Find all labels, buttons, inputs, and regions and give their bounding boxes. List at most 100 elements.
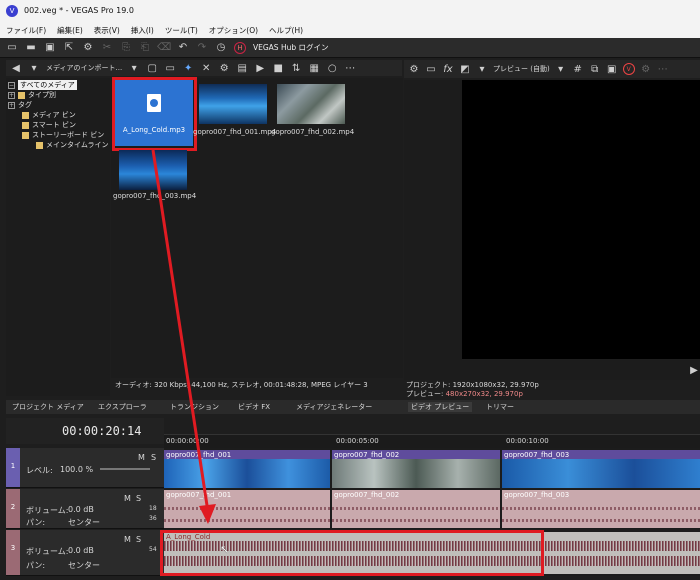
stop-icon[interactable]: ■ bbox=[272, 62, 284, 74]
media-tree: − すべてのメディア + タイプ別 + タグ メディア ビン スマート ビン ス… bbox=[6, 78, 110, 396]
video-clip-002[interactable]: gopro007_fhd_002 bbox=[332, 450, 500, 488]
preview-info-line: プレビュー: 480x270x32, 29.970p bbox=[406, 390, 700, 399]
import-media-button[interactable]: メディアのインポート... bbox=[46, 63, 122, 73]
preview-quality-dropdown[interactable]: プレビュー (自動) bbox=[493, 64, 550, 74]
tab-media-generators[interactable]: メディアジェネレーター bbox=[296, 402, 372, 412]
play-icon[interactable]: ▶ bbox=[688, 364, 700, 376]
more-icon[interactable]: ⋯ bbox=[344, 62, 356, 74]
timecode-display: 00:00:20:14 bbox=[62, 424, 142, 438]
back-icon[interactable]: ◀ bbox=[10, 62, 22, 74]
folder-icon bbox=[18, 91, 25, 99]
folder-icon bbox=[22, 111, 29, 119]
render-icon[interactable]: ⇱ bbox=[63, 42, 75, 54]
tab-project-media[interactable]: プロジェクト メディア bbox=[12, 402, 84, 412]
window-title: 002.veg * - VEGAS Pro 19.0 bbox=[24, 6, 134, 15]
audio-clip-001[interactable]: gopro007_fhd_001 bbox=[164, 490, 330, 528]
tree-item-by-type[interactable]: + タイプ別 bbox=[8, 90, 56, 100]
menu-insert[interactable]: 挿入(I) bbox=[131, 25, 154, 36]
split-screen-icon[interactable]: ◩ bbox=[459, 63, 471, 75]
properties-icon[interactable]: ⚙ bbox=[218, 62, 230, 74]
view-icon[interactable]: ▦ bbox=[308, 62, 320, 74]
solo-button[interactable]: S bbox=[151, 453, 156, 462]
history-icon[interactable]: ◷ bbox=[215, 42, 227, 54]
tab-explorer[interactable]: エクスプローラ bbox=[98, 402, 147, 412]
tab-trimmer[interactable]: トリマー bbox=[486, 402, 514, 412]
external-monitor-icon[interactable]: ▭ bbox=[425, 63, 437, 75]
tree-item-storyboard-bins[interactable]: ストーリーボード ビン bbox=[22, 130, 104, 140]
tab-video-preview[interactable]: ビデオ プレビュー bbox=[408, 402, 473, 412]
tree-item-main-timeline[interactable]: メインタイムライン bbox=[36, 140, 109, 150]
save-icon[interactable]: ▣ bbox=[44, 42, 56, 54]
mute-button[interactable]: M bbox=[124, 535, 131, 544]
menu-bar: ファイル(F) 編集(E) 表示(V) 挿入(I) ツール(T) オプション(O… bbox=[0, 22, 700, 38]
track-number: 1 bbox=[6, 448, 20, 487]
video-clip-003[interactable]: gopro007_fhd_003 bbox=[502, 450, 700, 488]
effects-icon[interactable]: ✦ bbox=[182, 62, 194, 74]
delete-icon[interactable]: ⌫ bbox=[157, 42, 171, 54]
menu-file[interactable]: ファイル(F) bbox=[6, 25, 46, 36]
menu-options[interactable]: オプション(O) bbox=[209, 25, 258, 36]
menu-tools[interactable]: ツール(T) bbox=[165, 25, 198, 36]
track-header-video[interactable]: 1 レベル: 100.0 % M S bbox=[6, 448, 164, 488]
menu-view[interactable]: 表示(V) bbox=[94, 25, 120, 36]
auto-preview-icon[interactable]: ⇅ bbox=[290, 62, 302, 74]
media-thumbnail-002[interactable] bbox=[277, 84, 345, 124]
audio-clip-003[interactable]: gopro007_fhd_003 bbox=[502, 490, 700, 528]
open-folder-icon[interactable]: ▬ bbox=[25, 42, 37, 54]
dropdown-icon[interactable]: ▾ bbox=[555, 63, 567, 75]
fx-icon[interactable]: fx bbox=[442, 63, 454, 75]
monitor-icon[interactable]: ▭ bbox=[164, 62, 176, 74]
solo-button[interactable]: S bbox=[136, 494, 141, 503]
settings-gear-icon[interactable]: ⚙ bbox=[82, 42, 94, 54]
preview-settings-icon[interactable]: ⚙ bbox=[408, 63, 420, 75]
settings-icon[interactable]: ⚙ bbox=[640, 63, 652, 75]
audio-clip-002[interactable]: gopro007_fhd_002 bbox=[332, 490, 500, 528]
collapse-icon[interactable]: − bbox=[8, 81, 15, 89]
import-media-icon[interactable]: ▾ bbox=[28, 62, 40, 74]
paste-icon[interactable]: ⎗ bbox=[139, 42, 151, 54]
solo-button[interactable]: S bbox=[136, 535, 141, 544]
media-item-label: gopro007_fhd_003.mp4 bbox=[113, 192, 197, 200]
timeline-ruler[interactable]: 00:00:00:00 00:00:05:00 00:00:10:00 bbox=[164, 434, 700, 448]
vegas-v-icon[interactable]: V bbox=[622, 63, 635, 75]
tab-transitions[interactable]: トランジション bbox=[170, 402, 219, 412]
tab-video-fx[interactable]: ビデオ FX bbox=[238, 402, 270, 412]
save-snapshot-icon[interactable]: ▣ bbox=[606, 63, 618, 75]
hub-icon[interactable]: H bbox=[234, 41, 246, 54]
dropdown-icon[interactable]: ▾ bbox=[476, 63, 488, 75]
level-slider[interactable] bbox=[100, 468, 150, 470]
undo-icon[interactable]: ↶ bbox=[177, 42, 189, 54]
redo-icon[interactable]: ↷ bbox=[196, 42, 208, 54]
search-icon[interactable]: ○ bbox=[326, 62, 338, 74]
mute-button[interactable]: M bbox=[138, 453, 145, 462]
media-thumbnail-001[interactable] bbox=[199, 84, 267, 124]
capture-icon[interactable]: ▢ bbox=[146, 62, 158, 74]
tree-item-smart-bins[interactable]: スマート ビン bbox=[22, 120, 76, 130]
grid-icon[interactable]: # bbox=[572, 63, 584, 75]
tree-item-all-media[interactable]: − すべてのメディア bbox=[8, 80, 77, 90]
tree-item-media-bins[interactable]: メディア ビン bbox=[22, 110, 76, 120]
copy-icon[interactable]: ⎘ bbox=[120, 42, 132, 54]
menu-help[interactable]: ヘルプ(H) bbox=[269, 25, 303, 36]
media-toolbar: ◀ ▾ メディアのインポート... ▾ ▢ ▭ ✦ ✕ ⚙ ▤ ▶ ■ ⇅ ▦ … bbox=[6, 60, 402, 76]
cut-icon[interactable]: ✂ bbox=[101, 42, 113, 54]
play-icon[interactable]: ▶ bbox=[254, 62, 266, 74]
clear-icon[interactable]: ✕ bbox=[200, 62, 212, 74]
more-icon[interactable]: ⋯ bbox=[657, 63, 669, 75]
menu-edit[interactable]: 編集(E) bbox=[57, 25, 83, 36]
new-file-icon[interactable]: ▭ bbox=[6, 42, 18, 54]
track-header-music[interactable]: 3 ボリューム: 0.0 dB パン: センター M S 54 bbox=[6, 530, 164, 576]
dropdown-icon[interactable]: ▾ bbox=[128, 62, 140, 74]
hub-login-label[interactable]: VEGAS Hub ログイン bbox=[253, 42, 329, 53]
preview-transport: ▶ bbox=[404, 360, 700, 380]
preview-info-value: 480x270x32, 29.970p bbox=[445, 390, 523, 398]
media-fx-icon[interactable]: ▤ bbox=[236, 62, 248, 74]
mute-button[interactable]: M bbox=[124, 494, 131, 503]
track-header-audio[interactable]: 2 ボリューム: 0.0 dB パン: センター M S 18 36 bbox=[6, 489, 164, 529]
copy-snapshot-icon[interactable]: ⧉ bbox=[589, 63, 601, 75]
video-clip-001[interactable]: gopro007_fhd_001 bbox=[164, 450, 330, 488]
expand-icon[interactable]: + bbox=[8, 101, 15, 109]
tree-item-tags[interactable]: + タグ bbox=[8, 100, 32, 110]
media-thumbnail-003[interactable] bbox=[119, 150, 187, 190]
expand-icon[interactable]: + bbox=[8, 91, 15, 99]
